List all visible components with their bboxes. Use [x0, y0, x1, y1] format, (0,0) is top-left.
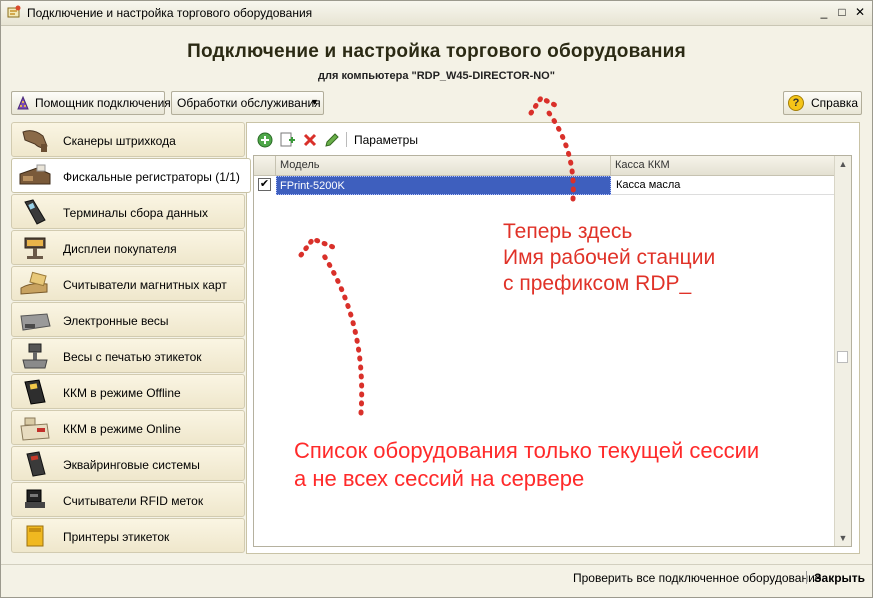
category-label: Весы с печатью этикеток [63, 350, 202, 364]
computer-subtitle: для компьютера "RDP_W45-DIRECTOR-NO" [318, 70, 555, 82]
cell-kkm[interactable]: Касса масла [611, 176, 834, 195]
label-scale-icon [22, 343, 48, 369]
annotation-top-line1: Теперь здесь [503, 220, 633, 243]
category-barcode-scanners[interactable]: Сканеры штрихкода [11, 122, 245, 157]
parameters-button[interactable]: Параметры [354, 133, 418, 147]
magnetic-card-reader-icon [20, 271, 48, 295]
category-label: Фискальные регистраторы (1/1) [63, 170, 240, 184]
scroll-thumb[interactable] [837, 351, 848, 363]
cell-model[interactable]: FPrint-5200K [276, 176, 611, 195]
category-fiscal-registers[interactable]: Фискальные регистраторы (1/1) [11, 158, 251, 193]
category-label: Считыватели магнитных карт [63, 278, 227, 292]
app-icon [7, 5, 21, 18]
category-label: Дисплеи покупателя [63, 242, 177, 256]
category-label: Терминалы сбора данных [63, 206, 209, 220]
column-header-model[interactable]: Модель [276, 156, 611, 175]
edit-device-icon[interactable] [323, 131, 341, 149]
help-icon: ? [788, 95, 804, 111]
add-device-icon[interactable] [256, 131, 274, 149]
category-customer-displays[interactable]: Дисплеи покупателя [11, 230, 245, 265]
barcode-scanner-icon [22, 130, 48, 152]
kkm-online-icon [20, 417, 50, 441]
help-button[interactable]: ? Справка [783, 91, 862, 115]
kkm-offline-icon [24, 379, 46, 405]
row-enabled-checkbox[interactable]: ✔ [258, 178, 271, 191]
status-bar: Проверить все подключенное оборудование … [1, 564, 872, 589]
annotation-top-line3: с префиксом RDP_ [503, 272, 692, 295]
data-terminal-icon [24, 199, 46, 225]
maintenance-processing-label: Обработки обслуживания [177, 96, 321, 110]
check-all-equipment-link[interactable]: Проверить все подключенное оборудование [573, 571, 821, 585]
connection-assistant-button[interactable]: Помощник подключения [11, 91, 171, 115]
fiscal-register-icon [19, 164, 51, 185]
table-header: Модель Касса ККМ [254, 156, 834, 176]
acquiring-terminal-icon [26, 451, 46, 477]
column-header-kkm[interactable]: Касса ККМ [611, 156, 834, 175]
category-label: ККМ в режиме Offline [63, 386, 181, 400]
main-window: Подключение и настройка торгового оборуд… [0, 0, 873, 598]
category-label: Электронные весы [63, 314, 169, 328]
category-label-printers[interactable]: Принтеры этикеток [11, 518, 245, 553]
category-label: Эквайринговые системы [63, 458, 200, 472]
category-rfid-readers[interactable]: Считыватели RFID меток [11, 482, 245, 517]
header-check-column [254, 156, 276, 175]
electronic-scale-icon [20, 313, 51, 331]
annotation-bottom: Список оборудования только текущей сесси… [294, 437, 759, 493]
equipment-category-list: Сканеры штрихкода Фискальные регистратор… [11, 122, 251, 554]
scroll-up-icon[interactable]: ▲ [835, 156, 851, 172]
close-window-button[interactable]: ✕ [852, 5, 868, 20]
maximize-button[interactable]: □ [834, 5, 850, 20]
category-label: Принтеры этикеток [63, 530, 170, 544]
category-data-terminals[interactable]: Терминалы сбора данных [11, 194, 245, 229]
category-acquiring-systems[interactable]: Эквайринговые системы [11, 446, 245, 481]
label-printer-icon [26, 525, 44, 547]
category-kkm-online[interactable]: ККМ в режиме Online [11, 410, 245, 445]
help-label: Справка [811, 96, 859, 110]
category-kkm-offline[interactable]: ККМ в режиме Offline [11, 374, 245, 409]
category-label-printing-scales[interactable]: Весы с печатью этикеток [11, 338, 245, 373]
toolbar-separator [346, 132, 347, 147]
window-title: Подключение и настройка торгового оборуд… [27, 6, 313, 20]
category-label: Сканеры штрихкода [63, 134, 176, 148]
customer-display-icon [24, 237, 46, 259]
scroll-down-icon[interactable]: ▼ [835, 530, 851, 546]
wizard-hat-icon [17, 96, 29, 110]
category-label: Считыватели RFID меток [63, 494, 204, 508]
close-button[interactable]: Закрыть [814, 571, 865, 585]
connection-assistant-label: Помощник подключения [35, 96, 171, 110]
rfid-reader-icon [25, 489, 45, 508]
category-magnetic-card-readers[interactable]: Считыватели магнитных карт [11, 266, 245, 301]
category-electronic-scales[interactable]: Электронные весы [11, 302, 245, 337]
delete-device-icon[interactable] [301, 131, 319, 149]
table-row[interactable]: ✔ FPrint-5200K Касса масла [254, 176, 834, 195]
annotation-top-line2: Имя рабочей станции [503, 246, 716, 269]
annotation-bottom-line1: Список оборудования только текущей сесси… [294, 438, 760, 463]
maintenance-processing-dropdown[interactable]: Обработки обслуживания ▾ [171, 91, 324, 115]
table-scrollbar[interactable]: ▲ ▼ [834, 156, 851, 546]
annotation-top: Теперь здесь Имя рабочей станции с префи… [503, 219, 715, 297]
category-label: ККМ в режиме Online [63, 422, 181, 436]
chevron-down-icon: ▾ [312, 97, 318, 108]
page-title: Подключение и настройка торгового оборуд… [187, 41, 686, 62]
copy-device-icon[interactable] [278, 131, 296, 149]
annotation-bottom-line2: а не всех сессий на сервере [294, 466, 585, 491]
title-bar[interactable]: Подключение и настройка торгового оборуд… [1, 1, 872, 26]
status-separator [806, 571, 807, 584]
arrow-head-subtitle [528, 94, 562, 116]
minimize-button[interactable]: _ [816, 5, 832, 20]
